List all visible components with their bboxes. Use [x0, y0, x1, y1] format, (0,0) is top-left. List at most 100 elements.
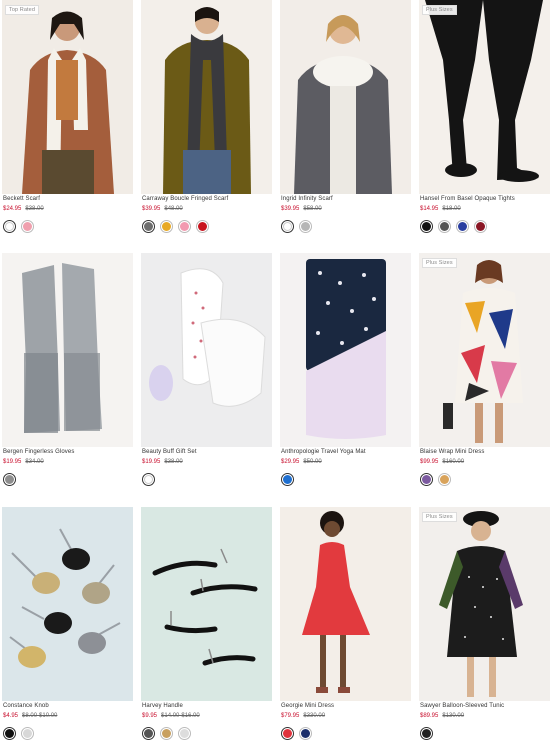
color-swatch[interactable]: [160, 727, 173, 740]
product-card[interactable]: Plus Sizes Sawyer Balloon-Sleeved Tunic …: [419, 507, 550, 755]
swatch-dot: [422, 475, 431, 484]
sale-price: $19.95: [142, 459, 161, 465]
color-swatch[interactable]: [438, 220, 451, 233]
product-name[interactable]: Hansel From Basel Opaque Tights: [420, 196, 515, 202]
original-price: $34.00: [25, 459, 44, 465]
product-image[interactable]: [141, 253, 272, 447]
product-name[interactable]: Anthropologie Travel Yoga Mat: [281, 449, 366, 455]
product-image[interactable]: Plus Sizes: [419, 507, 550, 701]
product-card[interactable]: Bergen Fingerless Gloves $19.95 $34.00: [2, 253, 133, 501]
color-swatch[interactable]: [420, 220, 433, 233]
color-swatch[interactable]: [438, 473, 451, 486]
product-name[interactable]: Carraway Boucle Fringed Scarf: [142, 196, 228, 202]
product-name[interactable]: Ingrid Infinity Scarf: [281, 196, 333, 202]
product-card[interactable]: Carraway Boucle Fringed Scarf $39.95 $48.…: [141, 0, 272, 248]
product-image[interactable]: [2, 253, 133, 447]
original-price: $18.00: [442, 206, 461, 212]
swatch-dot: [440, 475, 449, 484]
color-swatch[interactable]: [456, 220, 469, 233]
color-swatches: [142, 727, 191, 741]
swatch-dot: [422, 222, 431, 231]
product-card[interactable]: Georgie Mini Dress $79.95 $330.00: [280, 507, 411, 755]
product-price: $39.95 $48.00: [142, 206, 183, 212]
color-swatch[interactable]: [281, 727, 294, 740]
swatch-dot: [23, 729, 32, 738]
color-swatches: [281, 727, 312, 741]
color-swatch[interactable]: [3, 473, 16, 486]
product-name[interactable]: Beauty Buff Gift Set: [142, 449, 197, 455]
product-photo: [2, 507, 133, 701]
product-name[interactable]: Harvey Handle: [142, 703, 183, 709]
color-swatch[interactable]: [299, 220, 312, 233]
color-swatches: [3, 220, 34, 234]
product-photo: [280, 253, 411, 447]
product-image[interactable]: [2, 507, 133, 701]
color-swatches: [3, 727, 34, 741]
product-name[interactable]: Sawyer Balloon-Sleeved Tunic: [420, 703, 504, 709]
product-card[interactable]: Top Rated Beckett Scarf $24.95 $38.00: [2, 0, 133, 248]
product-name[interactable]: Beckett Scarf: [3, 196, 40, 202]
color-swatch[interactable]: [299, 727, 312, 740]
color-swatch[interactable]: [178, 727, 191, 740]
color-swatch[interactable]: [3, 220, 16, 233]
product-price: $99.95 $160.00: [420, 459, 464, 465]
product-card[interactable]: Plus Sizes Blaise Wrap Mini Dress $99.95…: [419, 253, 550, 501]
product-card[interactable]: Beauty Buff Gift Set $19.95 $38.00: [141, 253, 272, 501]
product-image[interactable]: [141, 507, 272, 701]
swatch-dot: [283, 475, 292, 484]
color-swatch[interactable]: [142, 727, 155, 740]
product-badge: Plus Sizes: [422, 512, 457, 522]
color-swatch[interactable]: [21, 220, 34, 233]
product-name[interactable]: Georgie Mini Dress: [281, 703, 334, 709]
color-swatches: [281, 220, 312, 234]
color-swatch[interactable]: [281, 473, 294, 486]
swatch-dot: [5, 222, 14, 231]
product-badge: Top Rated: [5, 5, 39, 15]
original-price: $38.00: [25, 206, 44, 212]
swatch-dot: [198, 222, 207, 231]
product-image[interactable]: Plus Sizes: [419, 0, 550, 194]
color-swatches: [420, 220, 487, 234]
product-image[interactable]: [280, 0, 411, 194]
product-card[interactable]: Anthropologie Travel Yoga Mat $29.95 $50.…: [280, 253, 411, 501]
swatch-dot: [162, 729, 171, 738]
product-image[interactable]: Plus Sizes: [419, 253, 550, 447]
product-image[interactable]: [280, 507, 411, 701]
product-card[interactable]: Plus Sizes Hansel From Basel Opaque Tigh…: [419, 0, 550, 248]
product-price: $24.95 $38.00: [3, 206, 44, 212]
product-card[interactable]: Constance Knob $4.95 $8.00-$10.00: [2, 507, 133, 755]
color-swatch[interactable]: [142, 220, 155, 233]
color-swatch[interactable]: [3, 727, 16, 740]
original-price: $58.00: [303, 206, 322, 212]
sale-price: $9.95: [142, 713, 158, 719]
product-photo: [419, 253, 550, 447]
color-swatch[interactable]: [21, 727, 34, 740]
swatch-dot: [283, 729, 292, 738]
product-photo: [419, 507, 550, 701]
swatch-dot: [301, 729, 310, 738]
color-swatch[interactable]: [160, 220, 173, 233]
product-card[interactable]: Harvey Handle $9.95 $14.00-$16.00: [141, 507, 272, 755]
product-image[interactable]: [141, 0, 272, 194]
color-swatch[interactable]: [281, 220, 294, 233]
product-name[interactable]: Constance Knob: [3, 703, 49, 709]
product-image[interactable]: Top Rated: [2, 0, 133, 194]
color-swatch[interactable]: [474, 220, 487, 233]
swatch-dot: [180, 222, 189, 231]
sale-price: $29.95: [281, 459, 300, 465]
product-price: $14.95 $18.00: [420, 206, 461, 212]
product-name[interactable]: Blaise Wrap Mini Dress: [420, 449, 484, 455]
product-photo: [280, 507, 411, 701]
product-image[interactable]: [280, 253, 411, 447]
color-swatch[interactable]: [178, 220, 191, 233]
sale-price: $14.95: [420, 206, 439, 212]
product-card[interactable]: Ingrid Infinity Scarf $39.95 $58.00: [280, 0, 411, 248]
swatch-dot: [5, 729, 14, 738]
original-price: $38.00: [164, 459, 183, 465]
color-swatch[interactable]: [196, 220, 209, 233]
color-swatch[interactable]: [420, 473, 433, 486]
color-swatch[interactable]: [142, 473, 155, 486]
product-name[interactable]: Bergen Fingerless Gloves: [3, 449, 74, 455]
swatch-dot: [162, 222, 171, 231]
color-swatch[interactable]: [420, 727, 433, 740]
